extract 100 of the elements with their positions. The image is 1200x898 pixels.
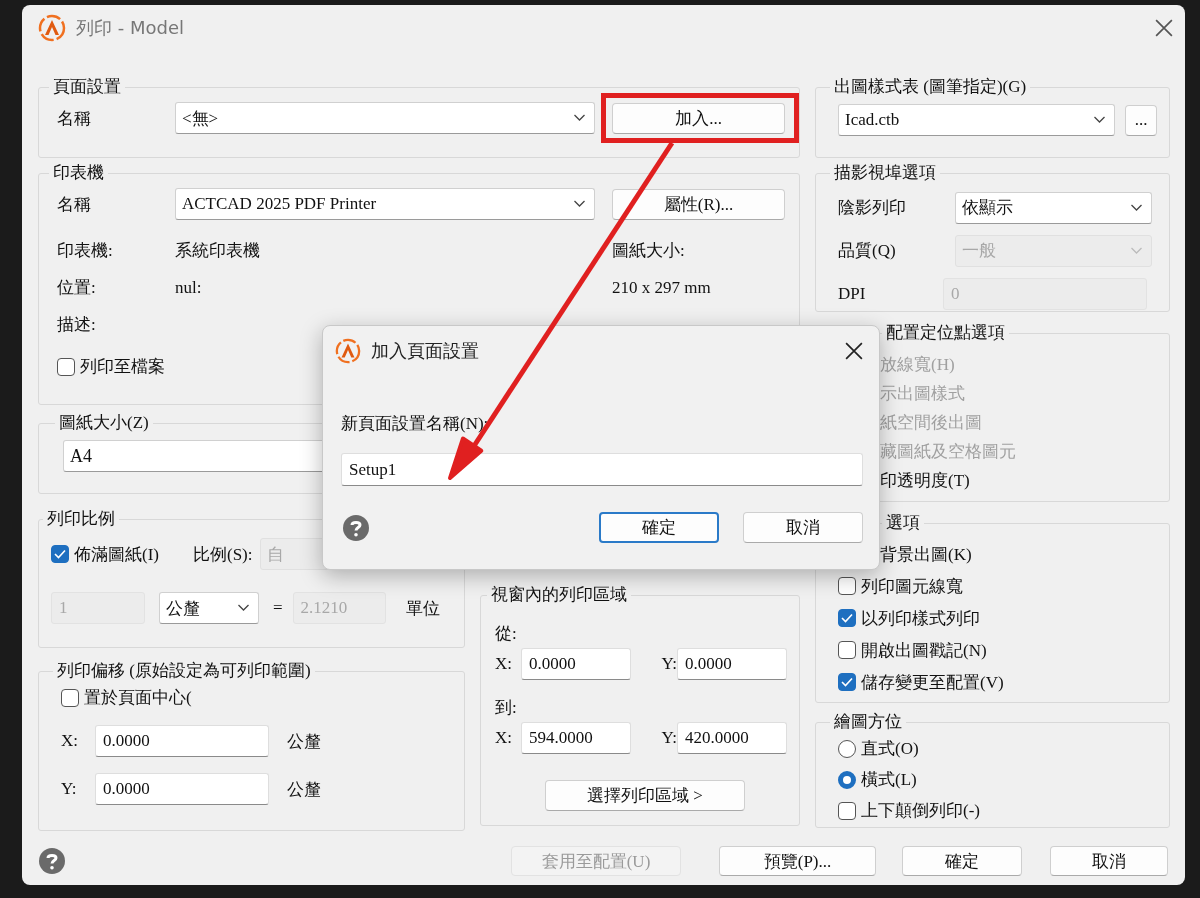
- input-field[interactable]: 0.0000: [95, 725, 269, 757]
- radio-label: 橫式(L): [861, 769, 917, 791]
- close-icon[interactable]: [1155, 18, 1173, 37]
- dropdown[interactable]: ACTCAD 2025 PDF Printer: [175, 188, 595, 220]
- field-label: 名稱: [57, 107, 92, 130]
- checkmark-icon: [841, 677, 853, 687]
- window-title: 列印 - Model: [76, 15, 184, 40]
- field-label: Y:: [660, 654, 677, 674]
- input-field[interactable]: 0.0000: [677, 648, 787, 680]
- field-label: 陰影列印: [838, 197, 907, 219]
- help-icon[interactable]: [39, 848, 65, 874]
- input-field[interactable]: Setup1: [341, 453, 863, 486]
- field-label: Y:: [660, 728, 677, 748]
- group-title: 印表機: [52, 162, 105, 184]
- info-label: 印表機:: [57, 240, 114, 262]
- group-title: 選項: [885, 512, 921, 534]
- logo-icon: [38, 13, 66, 42]
- equals-sign: =: [273, 598, 283, 618]
- close-icon[interactable]: [845, 342, 863, 360]
- checkmark-icon: [54, 549, 66, 559]
- option-label: 背景出圖(K): [879, 543, 972, 566]
- checkbox-label: 儲存變更至配置(V): [861, 671, 1004, 694]
- group-title: 繪圖方位: [833, 711, 903, 733]
- group-title: 列印比例: [46, 508, 116, 530]
- option-label: 藏圖紙及空格圖元: [879, 441, 1016, 463]
- add-button[interactable]: 加入...: [612, 102, 785, 134]
- checkbox-label: 列印至檔案: [80, 356, 165, 378]
- unit-label: 單位: [405, 597, 440, 620]
- field-label: 從:: [495, 623, 518, 644]
- field-label: 新頁面設置名稱(N):: [341, 413, 490, 435]
- dropdown[interactable]: 公釐: [159, 592, 259, 624]
- checkbox-label: 置於頁面中心(: [84, 687, 192, 709]
- help-icon[interactable]: [343, 514, 369, 541]
- checkbox-label: 列印圖元線寬: [861, 575, 963, 598]
- checkbox-label: 佈滿圖紙(I): [74, 543, 159, 566]
- checkbox-label: 上下顛倒列印(-): [861, 800, 980, 822]
- input-field[interactable]: 0.0000: [521, 648, 631, 680]
- field-label: X:: [495, 728, 513, 748]
- dialog-button[interactable]: 取消: [1050, 846, 1168, 876]
- group-title: 出圖樣式表 (圖筆指定)(G): [833, 76, 1028, 98]
- chevron-icon: [1093, 116, 1106, 124]
- unit-label: 公釐: [287, 778, 321, 801]
- dialog-title: 加入頁面設置: [371, 340, 479, 363]
- field-label: Y:: [61, 779, 78, 799]
- input-field[interactable]: 420.0000: [677, 722, 787, 754]
- field-label: X:: [61, 731, 79, 751]
- option-label: 示出圖樣式: [879, 383, 965, 405]
- group-title: 圖紙大小(Z): [58, 412, 150, 434]
- checkbox[interactable]: [838, 641, 856, 659]
- input-field[interactable]: 594.0000: [521, 722, 631, 754]
- checkbox[interactable]: [51, 545, 69, 563]
- checkbox[interactable]: [57, 357, 75, 376]
- checkbox[interactable]: [838, 801, 856, 820]
- checkbox-label: 以列印樣式列印: [861, 607, 980, 630]
- edit-button[interactable]: ...: [1125, 104, 1157, 136]
- dialog-button[interactable]: 確定: [902, 846, 1022, 876]
- checkbox[interactable]: [61, 688, 79, 707]
- chevron-icon: [1130, 203, 1143, 212]
- checkbox[interactable]: [838, 673, 856, 691]
- info-value: 系統印表機: [175, 240, 260, 262]
- option-label: 放線寬(H): [879, 354, 955, 376]
- info-value: nul:: [175, 277, 202, 298]
- dialog-button[interactable]: 取消: [743, 512, 863, 543]
- field-label: 到:: [495, 697, 518, 718]
- properties-button[interactable]: 屬性(R)...: [612, 188, 785, 220]
- chevron-icon: [573, 200, 586, 208]
- field-label: 比例(S):: [193, 543, 253, 566]
- group-title: 描影視埠選項: [833, 162, 937, 184]
- unit-label: 公釐: [287, 730, 321, 753]
- chevron-icon: [573, 114, 586, 122]
- info-label: 描述:: [57, 314, 97, 336]
- field-label: 品質(Q): [838, 240, 897, 262]
- radio-label: 直式(O): [861, 738, 919, 760]
- dialog-button[interactable]: 預覽(P)...: [719, 846, 876, 876]
- checkmark-icon: [841, 613, 853, 623]
- checkbox[interactable]: [838, 577, 856, 595]
- group-title: 配置定位點選項: [885, 322, 1006, 344]
- field-label: 名稱: [57, 193, 92, 216]
- group-title: 頁面設置: [52, 76, 122, 98]
- chevron-icon: [1130, 246, 1143, 255]
- checkbox[interactable]: [838, 609, 856, 627]
- info-label: 位置:: [57, 277, 97, 299]
- checkbox-label: 開啟出圖戳記(N): [861, 639, 987, 662]
- info-label: 圖紙大小:: [612, 240, 685, 262]
- group-title: 列印偏移 (原始設定為可列印範圍): [56, 660, 312, 682]
- group-title: 視窗內的列印區域: [490, 584, 628, 606]
- radio-button[interactable]: [838, 739, 856, 758]
- dialog-button[interactable]: 確定: [599, 512, 719, 543]
- field-label: X:: [495, 654, 513, 674]
- input-field[interactable]: 0.0000: [95, 773, 269, 805]
- radio-button[interactable]: [838, 770, 856, 789]
- option-label: 印透明度(T): [879, 470, 970, 492]
- dropdown[interactable]: 依顯示: [955, 191, 1152, 224]
- info-value: 210 x 297 mm: [612, 277, 711, 298]
- option-label: 紙空間後出圖: [879, 412, 982, 434]
- select-area-button[interactable]: 選擇列印區域 >: [545, 780, 745, 811]
- logo-icon: [335, 338, 361, 364]
- dropdown[interactable]: <無>: [175, 102, 595, 134]
- chevron-icon: [237, 604, 250, 612]
- dropdown[interactable]: Icad.ctb: [838, 104, 1115, 136]
